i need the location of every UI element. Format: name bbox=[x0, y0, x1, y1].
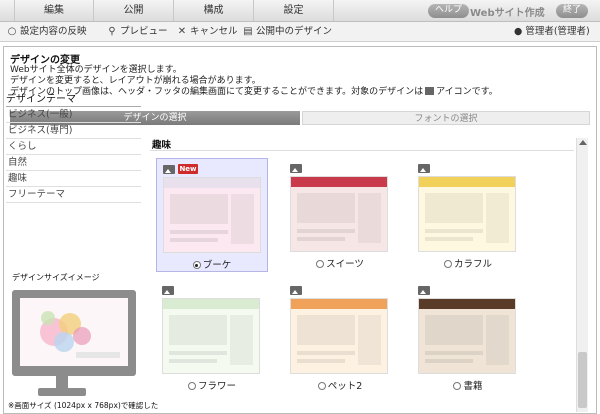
monitor-stand bbox=[56, 376, 68, 388]
help-button[interactable]: ヘルプ bbox=[428, 4, 470, 18]
monitor-screen bbox=[20, 298, 128, 366]
scroll-up-icon[interactable] bbox=[579, 140, 587, 145]
thumbnail-header bbox=[291, 299, 387, 309]
cancel-button[interactable]: ✕ キャンセル bbox=[176, 25, 238, 39]
thumbnail-body bbox=[163, 309, 259, 373]
scroll-thumb[interactable] bbox=[578, 352, 587, 408]
menu-bar: 編集 公開 構成 設定 ヘルプ Webサイト作成 終了 bbox=[0, 0, 600, 22]
radio-icon[interactable] bbox=[453, 382, 462, 390]
new-badge: New bbox=[178, 164, 198, 174]
design-label: ブーケ bbox=[202, 260, 232, 271]
design-radio[interactable]: ペット2 bbox=[284, 378, 396, 392]
magnifier-icon: ⚲ bbox=[108, 26, 116, 37]
sidebar-item-business-pro[interactable]: ビジネス(専門) bbox=[6, 123, 141, 139]
grid-divider bbox=[150, 150, 574, 151]
design-radio[interactable]: フラワー bbox=[156, 378, 268, 392]
sidebar-item-nature[interactable]: 自然 bbox=[6, 155, 141, 171]
design-card[interactable]: New ブーケ bbox=[156, 158, 268, 272]
design-thumbnail[interactable] bbox=[162, 298, 260, 374]
toolbar: ○ 設定内容の反映 ⚲ プレビュー ✕ キャンセル ▤ 公開中のデザイン ● 管理者(管… bbox=[0, 22, 600, 42]
grid-scrollbar[interactable] bbox=[576, 138, 588, 412]
design-card[interactable]: カラフル bbox=[412, 158, 524, 272]
design-thumbnail[interactable] bbox=[290, 298, 388, 374]
thumbnail-header bbox=[291, 177, 387, 187]
grid-title: 趣味 bbox=[152, 140, 172, 151]
published-design-button[interactable]: ▤ 公開中のデザイン bbox=[242, 25, 332, 39]
thumbnail-body bbox=[164, 188, 260, 252]
monitor-base bbox=[38, 388, 86, 396]
circle-icon: ○ bbox=[7, 26, 17, 37]
menu-tab-publish[interactable]: 公開 bbox=[94, 0, 174, 21]
app-brand: Webサイト作成 bbox=[470, 8, 545, 19]
image-icon bbox=[418, 164, 430, 173]
menu-tab-settings[interactable]: 設定 bbox=[254, 0, 334, 21]
thumbnail-header bbox=[419, 177, 515, 187]
image-icon bbox=[290, 286, 302, 295]
x-icon: ✕ bbox=[177, 26, 187, 37]
design-radio[interactable]: カラフル bbox=[412, 256, 524, 270]
menu-tab-structure[interactable]: 構成 bbox=[174, 0, 254, 21]
design-thumbnail[interactable] bbox=[418, 298, 516, 374]
thumbnail-body bbox=[291, 187, 387, 251]
image-icon bbox=[163, 165, 175, 174]
radio-icon[interactable] bbox=[443, 260, 452, 268]
design-radio[interactable]: ブーケ bbox=[157, 257, 267, 271]
image-icon bbox=[418, 286, 430, 295]
design-label: ペット2 bbox=[327, 381, 363, 392]
design-thumbnail[interactable] bbox=[418, 176, 516, 252]
design-card[interactable]: スイーツ bbox=[284, 158, 396, 272]
user-label: ● 管理者(管理者) bbox=[514, 26, 590, 37]
sidebar-item-hobby[interactable]: 趣味 bbox=[6, 171, 141, 187]
design-label: フラワー bbox=[197, 381, 236, 392]
design-thumbnail[interactable] bbox=[290, 176, 388, 252]
image-icon bbox=[162, 286, 174, 295]
size-note: ※画面サイズ (1024px x 768px)で確認した bbox=[8, 401, 159, 410]
sidebar-item-life[interactable]: くらし bbox=[6, 139, 141, 155]
design-label: カラフル bbox=[453, 259, 492, 270]
tab-font-select[interactable]: フォントの選択 bbox=[302, 111, 590, 125]
apply-settings-button[interactable]: ○ 設定内容の反映 bbox=[6, 25, 87, 39]
design-card[interactable]: 書籍 bbox=[412, 280, 524, 394]
design-radio[interactable]: スイーツ bbox=[284, 256, 396, 270]
menu-tab-edit[interactable]: 編集 bbox=[14, 0, 94, 21]
thumbnail-body bbox=[419, 187, 515, 251]
preview-button[interactable]: ⚲ プレビュー bbox=[106, 25, 167, 39]
design-label: 書籍 bbox=[463, 381, 483, 392]
thumbnail-body bbox=[291, 309, 387, 373]
radio-icon[interactable] bbox=[192, 261, 201, 269]
theme-sidebar: デザインテーマ ビジネス(一般) ビジネス(専門) くらし 自然 趣味 フリーテ… bbox=[6, 92, 141, 203]
design-label: スイーツ bbox=[326, 259, 364, 270]
panel-title: デザインの変更 bbox=[10, 55, 80, 66]
thumbnail-header bbox=[163, 299, 259, 309]
design-card[interactable]: ペット2 bbox=[284, 280, 396, 394]
page-icon: ▤ bbox=[243, 26, 253, 37]
exit-button[interactable]: 終了 bbox=[556, 4, 589, 18]
thumbnail-body bbox=[419, 309, 515, 373]
radio-icon[interactable] bbox=[316, 260, 325, 268]
radio-icon[interactable] bbox=[317, 382, 326, 390]
radio-icon[interactable] bbox=[187, 382, 196, 390]
bouquet-preview-image bbox=[20, 298, 128, 366]
design-thumbnail[interactable] bbox=[163, 177, 261, 253]
sidebar-heading: デザインテーマ bbox=[6, 92, 141, 107]
thumbnail-header bbox=[419, 299, 515, 309]
sidebar-item-free-theme[interactable]: フリーテーマ bbox=[6, 187, 141, 203]
thumbnail-header bbox=[164, 178, 260, 188]
design-card[interactable]: フラワー bbox=[156, 280, 268, 394]
image-icon bbox=[290, 164, 302, 173]
image-icon bbox=[425, 87, 435, 95]
size-image-title: デザインサイズイメージ bbox=[12, 273, 100, 282]
user-icon: ● bbox=[514, 26, 523, 37]
design-radio[interactable]: 書籍 bbox=[412, 378, 524, 392]
monitor-preview bbox=[12, 290, 136, 376]
sidebar-item-business-general[interactable]: ビジネス(一般) bbox=[6, 107, 141, 123]
